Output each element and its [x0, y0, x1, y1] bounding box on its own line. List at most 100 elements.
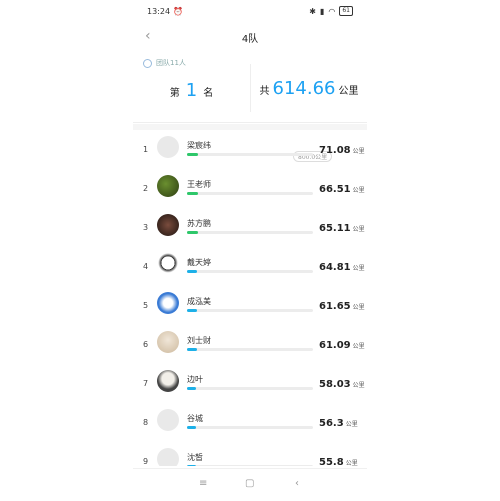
- avatar: [157, 136, 179, 158]
- avatar: [157, 409, 179, 431]
- progress-fill: [187, 426, 196, 429]
- distance-unit: 公里: [352, 343, 365, 350]
- member-rank: 5: [143, 301, 149, 310]
- distance-value: 55.8: [319, 457, 344, 466]
- avatar: [157, 175, 179, 197]
- distance-unit: 公里: [345, 460, 358, 466]
- status-bar: 13:24 ⏰ ✱ ▮ ◠ 61: [133, 0, 367, 22]
- member-name: 谷城: [187, 414, 203, 423]
- rank-number: 1: [185, 80, 198, 101]
- team-member-count-label: 团队11人: [156, 59, 186, 67]
- member-row[interactable]: 5 成泓美 61.65 公里: [133, 288, 367, 326]
- member-distance: 55.8 公里: [319, 457, 358, 466]
- progress-fill: [187, 348, 198, 351]
- avatar: [157, 370, 179, 392]
- avatar: [157, 253, 179, 275]
- total-number: 614.66: [272, 78, 336, 99]
- member-distance: 56.3 公里: [319, 418, 358, 429]
- progress-bar: [187, 153, 313, 156]
- home-icon[interactable]: ▢: [245, 478, 254, 489]
- member-rank: 1: [143, 145, 149, 154]
- member-distance: 64.81 公里: [319, 262, 365, 273]
- back-nav-icon[interactable]: ‹: [295, 478, 299, 489]
- progress-fill: [187, 270, 198, 273]
- total-prefix: 共: [259, 86, 270, 97]
- progress-bar: [187, 387, 313, 390]
- member-name: 梁宸纬: [187, 141, 211, 150]
- member-name: 戴天婷: [187, 258, 211, 267]
- team-total-distance: 共 614.66 公里: [251, 78, 367, 99]
- progress-bar: [187, 426, 313, 429]
- progress-fill: [187, 231, 199, 234]
- distance-unit: 公里: [352, 148, 365, 155]
- progress-bar: [187, 192, 313, 195]
- member-row[interactable]: 6 刘士财 61.09 公里: [133, 327, 367, 365]
- member-distance: 66.51 公里: [319, 184, 365, 195]
- member-row[interactable]: 8 谷城 56.3 公里: [133, 405, 367, 443]
- avatar: [157, 292, 179, 314]
- nav-bar: ‹ 4队: [133, 22, 367, 50]
- progress-fill: [187, 465, 196, 466]
- distance-unit: 公里: [352, 265, 365, 272]
- progress-bar: [187, 231, 313, 234]
- distance-value: 58.03: [319, 379, 351, 390]
- total-unit: 公里: [338, 86, 359, 97]
- team-rank: 第1名: [133, 80, 250, 101]
- member-row[interactable]: 3 苏方鹏 65.11 公里: [133, 210, 367, 248]
- avatar: [157, 331, 179, 353]
- avatar: [157, 448, 179, 466]
- distance-value: 61.65: [319, 301, 351, 312]
- distance-unit: 公里: [345, 421, 358, 428]
- progress-fill: [187, 387, 196, 390]
- battery-icon: 61: [339, 6, 353, 16]
- member-name: 刘士财: [187, 336, 211, 345]
- member-row[interactable]: 1 梁宸纬 71.08 公里: [133, 132, 367, 170]
- distance-unit: 公里: [352, 304, 365, 311]
- member-rank: 3: [143, 223, 149, 232]
- member-row[interactable]: 9 沈皙 55.8 公里: [133, 444, 367, 466]
- member-row[interactable]: 4 戴天婷 64.81 公里: [133, 249, 367, 287]
- phone-screen: 13:24 ⏰ ✱ ▮ ◠ 61 ‹ 4队 团队11人 第1名 共 614.66 公…: [133, 0, 367, 501]
- distance-value: 65.11: [319, 223, 351, 234]
- member-rank: 8: [143, 418, 149, 427]
- wifi-icon: ◠: [328, 6, 336, 16]
- page-title: 4队: [241, 34, 259, 45]
- progress-bar: [187, 309, 313, 312]
- member-row[interactable]: 7 边叶 58.03 公里: [133, 366, 367, 404]
- section-separator: [133, 124, 367, 130]
- member-rank: 6: [143, 340, 149, 349]
- menu-icon[interactable]: ≡: [199, 478, 207, 489]
- member-rank: 7: [143, 379, 149, 388]
- signal-icon: ▮: [319, 6, 325, 16]
- member-name: 成泓美: [187, 297, 211, 306]
- team-member-count: 团队11人: [143, 58, 186, 68]
- member-name: 沈皙: [187, 453, 203, 462]
- distance-value: 61.09: [319, 340, 351, 351]
- member-distance: 61.09 公里: [319, 340, 365, 351]
- member-distance: 71.08 公里: [319, 145, 365, 156]
- member-row[interactable]: 2 王老师 66.51 公里: [133, 171, 367, 209]
- distance-value: 71.08: [319, 145, 351, 156]
- member-name: 边叶: [187, 375, 203, 384]
- progress-fill: [187, 309, 198, 312]
- progress-bar: [187, 270, 313, 273]
- member-ranking-list[interactable]: 1 梁宸纬 71.08 公里 2 王老师 66.51 公里 3 苏方鹏 65.11 公里 4 戴天婷 64.…: [133, 132, 367, 466]
- system-nav-bar: ≡ ▢ ‹: [133, 468, 367, 501]
- member-name: 苏方鹏: [187, 219, 211, 228]
- alarm-icon: ⏰: [173, 7, 183, 16]
- member-rank: 2: [143, 184, 149, 193]
- distance-value: 66.51: [319, 184, 351, 195]
- progress-fill: [187, 153, 199, 156]
- distance-value: 64.81: [319, 262, 351, 273]
- team-icon: [143, 58, 152, 68]
- progress-fill: [187, 192, 199, 195]
- progress-bar: [187, 465, 313, 466]
- bluetooth-icon: ✱: [309, 6, 316, 16]
- member-name: 王老师: [187, 180, 211, 189]
- rank-prefix: 第: [169, 88, 180, 99]
- distance-unit: 公里: [352, 382, 365, 389]
- avatar: [157, 214, 179, 236]
- distance-unit: 公里: [352, 226, 365, 233]
- status-icons: ✱ ▮ ◠ 61: [309, 6, 353, 16]
- rank-suffix: 名: [203, 88, 214, 99]
